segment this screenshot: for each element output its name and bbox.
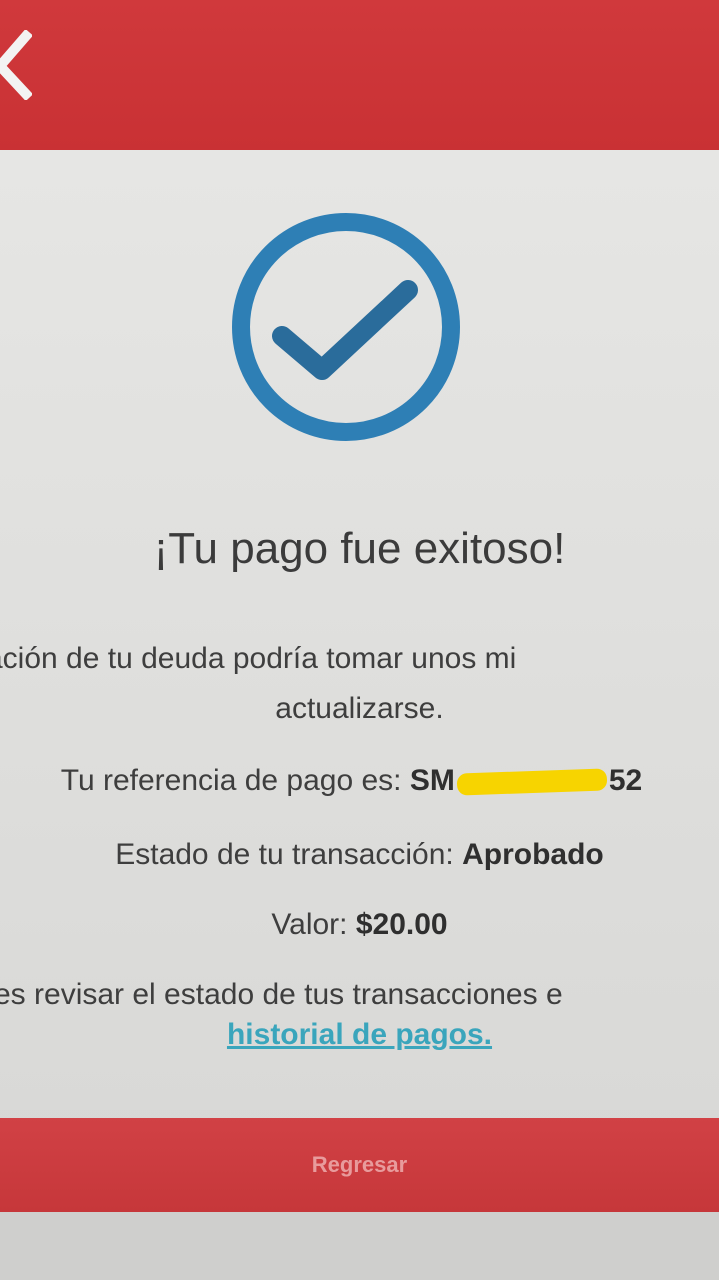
payment-amount-label: Valor: — [271, 908, 348, 941]
redaction-marker — [456, 768, 608, 796]
payment-history-link[interactable]: historial de pagos. — [0, 1018, 719, 1052]
back-button-label: Regresar — [311, 1152, 408, 1177]
history-hint-text: es revisar el estado de tus transaccione… — [0, 978, 563, 1011]
payment-reference-value: SM 52 — [410, 764, 642, 797]
payment-confirmation-screen: ¡Tu pago fue exitoso! ación de tu deuda … — [0, 0, 719, 1280]
payment-reference-prefix: SM — [409, 764, 455, 797]
update-notice-line-2: actualizarse. — [275, 692, 444, 725]
header-bar — [0, 0, 719, 150]
payment-reference-label: Tu referencia de pago es: — [60, 764, 402, 797]
chevron-left-icon[interactable] — [0, 30, 32, 100]
check-circle-icon — [232, 213, 460, 441]
bottom-area — [0, 1212, 719, 1280]
payment-reference-row: Tu referencia de pago es: SM 52 — [0, 764, 711, 798]
payment-reference-suffix: 52 — [608, 764, 643, 797]
update-notice-line-1: ación de tu deuda podría tomar unos mi — [0, 642, 517, 675]
back-button[interactable]: Regresar — [0, 1118, 719, 1212]
transaction-status-label: Estado de tu transacción: — [115, 838, 454, 871]
transaction-status-row: Estado de tu transacción: Aprobado — [0, 838, 719, 872]
transaction-status-value: Aprobado — [462, 838, 604, 871]
payment-amount-row: Valor: $20.00 — [0, 908, 719, 942]
payment-amount-value: $20.00 — [355, 908, 448, 941]
success-title: ¡Tu pago fue exitoso! — [153, 524, 566, 573]
